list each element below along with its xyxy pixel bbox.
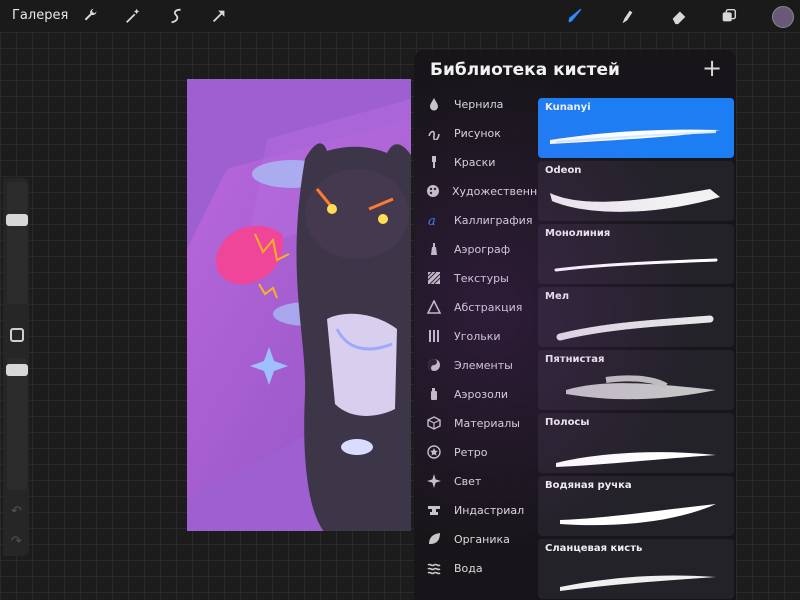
brush-stroke-preview [546, 242, 726, 280]
brush-item[interactable]: Odeon [538, 161, 734, 221]
category-item[interactable]: Индастриал [414, 496, 536, 524]
category-label: Рисунок [454, 126, 501, 140]
anvil-icon [426, 502, 442, 518]
category-item[interactable]: Аэрозоли [414, 380, 536, 408]
brush-name: Odeon [545, 165, 582, 176]
brush-name: Мел [545, 291, 570, 302]
texture-icon [426, 270, 442, 286]
palette-icon [426, 183, 440, 199]
calligraphy-icon: a [426, 212, 442, 228]
brush-stroke-preview [546, 557, 726, 595]
transform-arrow-icon[interactable] [208, 5, 230, 27]
brush-name: Монолиния [545, 228, 611, 239]
redo-icon[interactable]: ↷ [11, 534, 25, 549]
category-item[interactable]: Рисунок [414, 119, 536, 147]
category-label: Чернила [454, 97, 504, 111]
leaf-icon [426, 531, 442, 547]
brush-size-thumb[interactable] [6, 214, 28, 226]
star-circle-icon [426, 444, 442, 460]
brush-name: Полосы [545, 417, 590, 428]
brush-item[interactable]: Монолиния [538, 224, 734, 284]
waves-icon [426, 560, 442, 576]
squiggle-icon [426, 125, 442, 141]
brush-stroke-preview [546, 116, 726, 154]
triangle-icon [426, 299, 442, 315]
category-label: Ретро [454, 445, 488, 459]
category-item[interactable]: Текстуры [414, 264, 536, 292]
brush-item[interactable]: Пятнистая [538, 350, 734, 410]
category-label: Вода [454, 561, 483, 575]
category-item[interactable]: Чернила [414, 90, 536, 118]
category-label: Текстуры [454, 271, 509, 285]
brush-icon[interactable] [564, 5, 586, 27]
brush-name: Пятнистая [545, 354, 605, 365]
charcoal-icon [426, 328, 442, 344]
sparkle-icon [426, 473, 442, 489]
cat-illustration [187, 79, 411, 531]
category-label: Индастриал [454, 503, 525, 517]
airbrush-icon [426, 241, 442, 257]
category-label: Угольки [454, 329, 501, 343]
opacity-slider[interactable] [7, 358, 27, 490]
category-item[interactable]: Абстракция [414, 293, 536, 321]
brush-stroke-preview [546, 368, 726, 406]
category-label: Каллиграфия [454, 213, 533, 227]
brush-library-panel: Библиотека кистей + Чернила Рисунок Краски… [414, 50, 736, 600]
category-item[interactable]: Краски [414, 148, 536, 176]
category-item[interactable]: Материалы [414, 409, 536, 437]
left-sidebar: ↶ ↷ [3, 178, 29, 556]
category-label: Материалы [454, 416, 520, 430]
brush-stroke-preview [546, 305, 726, 343]
top-toolbar: Галерея [0, 0, 800, 32]
drawing-canvas[interactable] [187, 79, 411, 531]
modify-button[interactable] [10, 328, 24, 342]
svg-text:a: a [428, 214, 436, 227]
brush-stroke-preview [546, 494, 726, 532]
category-label: Элементы [454, 358, 513, 372]
opacity-thumb[interactable] [6, 364, 28, 376]
category-item[interactable]: Ретро [414, 438, 536, 466]
brush-name: Kunanyi [545, 102, 591, 113]
category-item[interactable]: Свет [414, 467, 536, 495]
category-label: Краски [454, 155, 496, 169]
category-label: Органика [454, 532, 510, 546]
spray-can-icon [426, 386, 442, 402]
brush-stroke-preview [546, 179, 726, 217]
brush-item[interactable]: Сланцевая кисть [538, 539, 734, 599]
smudge-icon[interactable] [616, 5, 638, 27]
brush-item[interactable]: Водяная ручка [538, 476, 734, 536]
category-item[interactable]: a Каллиграфия [414, 206, 536, 234]
plus-icon[interactable]: + [700, 56, 724, 80]
layers-icon[interactable] [718, 5, 740, 27]
yin-yang-icon [426, 357, 442, 373]
category-item[interactable]: Аэрограф [414, 235, 536, 263]
brush-item[interactable]: Kunanyi [538, 98, 734, 158]
undo-icon[interactable]: ↶ [11, 504, 25, 519]
brush-item[interactable]: Полосы [538, 413, 734, 473]
category-item[interactable]: Элементы [414, 351, 536, 379]
category-item[interactable]: Угольки [414, 322, 536, 350]
brush-size-slider[interactable] [7, 182, 27, 304]
brush-item[interactable]: Мел [538, 287, 734, 347]
category-label: Абстракция [454, 300, 523, 314]
current-color-swatch[interactable] [772, 6, 794, 28]
cube-icon [426, 415, 442, 431]
category-label: Свет [454, 474, 482, 488]
paint-brush-icon [426, 154, 442, 170]
category-item[interactable]: Вода [414, 554, 536, 582]
eraser-icon[interactable] [668, 5, 690, 27]
selection-icon[interactable] [166, 5, 188, 27]
brush-stroke-preview [546, 431, 726, 469]
gallery-button[interactable]: Галерея [12, 8, 68, 23]
wrench-icon[interactable] [80, 5, 102, 27]
brush-name: Сланцевая кисть [545, 543, 643, 554]
brush-name: Водяная ручка [545, 480, 632, 491]
magic-wand-icon[interactable] [122, 5, 144, 27]
category-label: Аэрограф [454, 242, 511, 256]
category-item[interactable]: Органика [414, 525, 536, 553]
panel-title: Библиотека кистей [430, 60, 620, 80]
ink-drop-icon [426, 96, 442, 112]
category-label: Аэрозоли [454, 387, 509, 401]
category-item[interactable]: Художественные [414, 177, 553, 205]
